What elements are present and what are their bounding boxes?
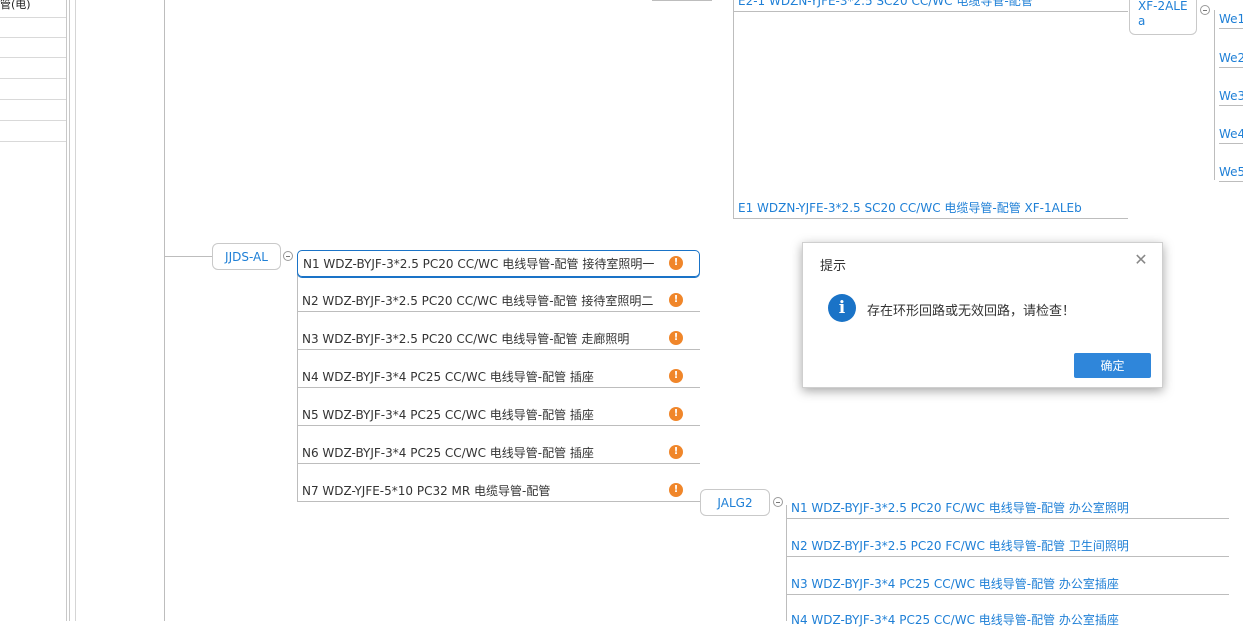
warning-icon[interactable]: !: [669, 445, 683, 459]
tree-connector: [786, 505, 787, 621]
collapse-toggle[interactable]: [283, 251, 293, 261]
panel-divider: [75, 0, 76, 621]
property-table: 管(电): [0, 0, 66, 142]
branch-jalg2-n3[interactable]: N3 WDZ-BYJF-3*4 PC25 CC/WC 电线导管-配管 办公室插座: [786, 575, 1229, 595]
property-table-row[interactable]: [0, 101, 66, 121]
property-table-row[interactable]: [0, 80, 66, 100]
collapse-toggle[interactable]: [1200, 5, 1210, 15]
alert-dialog: 提示 ✕ i 存在环形回路或无效回路，请检查！ 确定: [802, 242, 1163, 388]
node-xf-2alea[interactable]: XF-2ALE a: [1129, 0, 1197, 35]
property-table-row[interactable]: [0, 38, 66, 58]
panel-divider: [69, 0, 70, 621]
tree-connector: [1214, 10, 1215, 180]
tree-connector: [733, 0, 734, 218]
branch-jjds-n1[interactable]: N1 WDZ-BYJF-3*2.5 PC20 CC/WC 电线导管-配管 接待室…: [297, 250, 700, 277]
warning-icon[interactable]: !: [669, 483, 683, 497]
info-icon: i: [828, 294, 856, 322]
tree-connector: [652, 0, 712, 1]
branch-jjds-n4[interactable]: N4 WDZ-BYJF-3*4 PC25 CC/WC 电线导管-配管 插座: [297, 368, 700, 388]
warning-icon[interactable]: !: [669, 331, 683, 345]
branch-we2[interactable]: We2: [1219, 49, 1243, 68]
branch-e1[interactable]: E1 WDZN-YJFE-3*2.5 SC20 CC/WC 电缆导管-配管 XF…: [733, 199, 1128, 219]
branch-we1[interactable]: We1: [1219, 10, 1243, 29]
property-table-row[interactable]: [0, 59, 66, 79]
branch-jalg2-n4[interactable]: N4 WDZ-BYJF-3*4 PC25 CC/WC 电线导管-配管 办公室插座: [786, 611, 1229, 631]
dialog-message: 存在环形回路或无效回路，请检查！: [867, 304, 1076, 319]
branch-jjds-n5[interactable]: N5 WDZ-BYJF-3*4 PC25 CC/WC 电线导管-配管 插座: [297, 406, 700, 426]
dialog-title: 提示: [820, 259, 847, 274]
collapse-toggle[interactable]: [773, 497, 783, 507]
property-table-header: 管(电): [0, 0, 66, 18]
warning-icon[interactable]: !: [669, 256, 683, 270]
warning-icon[interactable]: !: [669, 369, 683, 383]
branch-jjds-n7[interactable]: N7 WDZ-YJFE-5*10 PC32 MR 电缆导管-配管: [297, 482, 700, 502]
branch-we3[interactable]: We3: [1219, 87, 1243, 106]
ok-button[interactable]: 确定: [1074, 353, 1151, 378]
property-table-row[interactable]: [0, 122, 66, 142]
property-table-row[interactable]: [0, 18, 66, 38]
close-icon[interactable]: ✕: [1134, 252, 1148, 268]
warning-icon[interactable]: !: [669, 293, 683, 307]
branch-we5[interactable]: We5: [1219, 163, 1243, 182]
warning-icon[interactable]: !: [669, 407, 683, 421]
branch-jjds-n3[interactable]: N3 WDZ-BYJF-3*2.5 PC20 CC/WC 电线导管-配管 走廊照…: [297, 330, 700, 350]
branch-jjds-n2[interactable]: N2 WDZ-BYJF-3*2.5 PC20 CC/WC 电线导管-配管 接待室…: [297, 292, 700, 312]
node-jalg2[interactable]: JALG2: [700, 489, 770, 516]
node-jjds-al[interactable]: JJDS-AL: [212, 243, 281, 270]
branch-jjds-n6[interactable]: N6 WDZ-BYJF-3*4 PC25 CC/WC 电线导管-配管 插座: [297, 444, 700, 464]
branch-we4[interactable]: We4: [1219, 125, 1243, 144]
tree-trunk-line: [164, 0, 165, 621]
tree-connector: [164, 256, 212, 257]
panel-divider: [66, 0, 67, 621]
branch-jalg2-n2[interactable]: N2 WDZ-BYJF-3*2.5 PC20 FC/WC 电线导管-配管 卫生间…: [786, 537, 1229, 557]
branch-jalg2-n1[interactable]: N1 WDZ-BYJF-3*2.5 PC20 FC/WC 电线导管-配管 办公室…: [786, 499, 1229, 519]
branch-e2-1[interactable]: E2-1 WDZN-YJFE-3*2.5 SC20 CC/WC 电缆导管-配管: [733, 0, 1128, 12]
